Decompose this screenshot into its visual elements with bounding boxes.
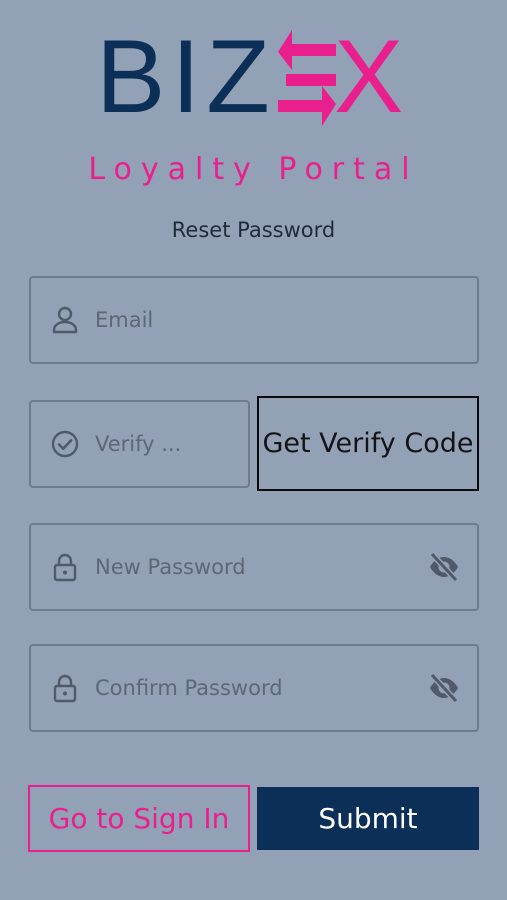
eye-off-icon[interactable] bbox=[427, 671, 461, 705]
logo-wordmark: BIZ bbox=[96, 22, 276, 132]
logo-e-arrows-icon bbox=[278, 30, 336, 126]
email-input[interactable] bbox=[95, 278, 455, 362]
logo-text-biz: BIZ bbox=[96, 19, 276, 135]
logo-text-x: X bbox=[334, 19, 404, 135]
new-password-input[interactable] bbox=[95, 525, 405, 609]
verify-code-input[interactable] bbox=[95, 402, 235, 486]
verify-code-field[interactable] bbox=[29, 400, 250, 488]
go-to-sign-in-button[interactable]: Go to Sign In bbox=[28, 785, 250, 852]
lock-icon bbox=[53, 674, 77, 703]
confirm-password-field[interactable] bbox=[29, 644, 479, 732]
new-password-field[interactable] bbox=[29, 523, 479, 611]
email-field[interactable] bbox=[29, 276, 479, 364]
confirm-password-input[interactable] bbox=[95, 646, 405, 730]
eye-off-icon[interactable] bbox=[427, 550, 461, 584]
person-icon bbox=[52, 306, 78, 334]
submit-button[interactable]: Submit bbox=[257, 787, 479, 850]
lock-icon bbox=[53, 553, 77, 582]
page-title: Reset Password bbox=[171, 218, 336, 242]
get-verify-code-button[interactable]: Get Verify Code bbox=[257, 396, 479, 491]
portal-subtitle: Loyalty Portal bbox=[88, 152, 419, 187]
bizex-logo: BIZ X bbox=[96, 20, 416, 132]
check-circle-icon bbox=[51, 430, 79, 458]
